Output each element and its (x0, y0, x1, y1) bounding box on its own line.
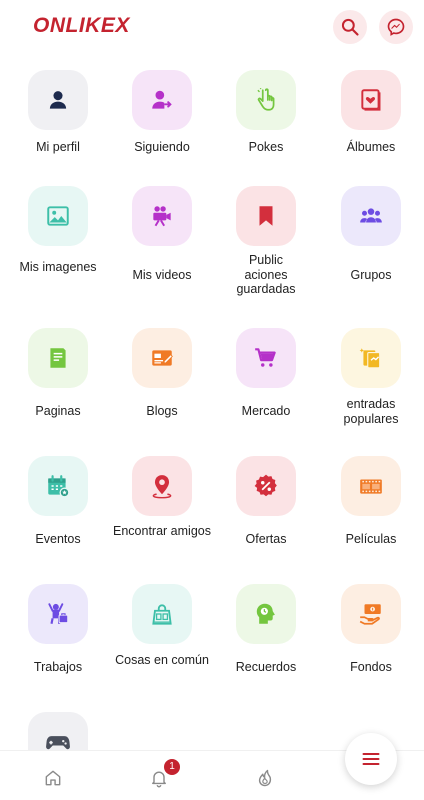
menu-item-icon-box (341, 456, 401, 516)
bookmark-icon (259, 206, 273, 226)
memories-head-icon (256, 603, 275, 624)
image-icon (47, 206, 69, 226)
menu-item-label: Mis videos (132, 268, 192, 282)
group-icon (360, 208, 382, 223)
menu-item-icon-box (236, 584, 296, 644)
menu-item-label: Trabajos (33, 660, 83, 674)
menu-item-recuerdos[interactable]: Recuerdos (214, 584, 318, 674)
menu-item-icon-box (341, 70, 401, 130)
menu-item-icon-box (28, 328, 88, 388)
menu-item-entradas-populares[interactable]: entradas populares (319, 328, 423, 426)
search-button[interactable] (333, 10, 367, 44)
blog-icon (152, 350, 173, 366)
menu-item-eventos[interactable]: Eventos (6, 456, 110, 546)
jobs-icon (48, 603, 69, 624)
menu-item-label: Grupos (350, 268, 392, 282)
messenger-button[interactable] (379, 10, 413, 44)
menu-item-label: Blogs (146, 404, 178, 418)
menu-item-label: Paginas (35, 404, 81, 418)
menu-item-icon-box (132, 70, 192, 130)
home-icon (45, 770, 61, 786)
common-things-icon (152, 604, 172, 625)
menu-item-grupos[interactable]: Grupos (319, 186, 423, 282)
menu-item-label: Mis imagenes (19, 260, 97, 274)
menu-item-icon-box (132, 186, 192, 246)
messenger-icon (387, 18, 405, 36)
menu-item-icon-box (132, 584, 192, 644)
nav-home[interactable] (41, 766, 65, 790)
menu-item-label: Siguiendo (134, 140, 190, 154)
menu-item-icon-box (341, 186, 401, 246)
menu-item-mis-imagenes[interactable]: Mis imagenes (6, 186, 110, 274)
menu-item-label: Fondos (350, 660, 392, 674)
menu-item-mercado[interactable]: Mercado (214, 328, 318, 418)
menu-item-peliculas[interactable]: Películas (319, 456, 423, 546)
menu-item-siguiendo[interactable]: Siguiendo (110, 70, 214, 154)
menu-item-label: Películas (345, 532, 397, 546)
menu-item-icon-box (236, 328, 296, 388)
app-header: ONLIKEX (0, 0, 424, 56)
menu-item-icon-box (132, 456, 192, 516)
menu-item-label: Eventos (35, 532, 81, 546)
menu-item-icon-box (132, 328, 192, 388)
menu-item-label: Pokes (248, 140, 284, 154)
film-icon (360, 479, 382, 494)
menu-item-label: Encontrar amigos (113, 524, 211, 538)
search-icon (341, 18, 359, 36)
menu-item-label: Mi perfil (36, 140, 80, 154)
menu-item-label: Mercado (241, 404, 291, 418)
menu-item-icon-box (28, 70, 88, 130)
menu-item-albumes[interactable]: Álbumes (319, 70, 423, 154)
menu-item-icon-box (28, 456, 88, 516)
user-follow-icon (152, 90, 172, 109)
album-icon (361, 89, 381, 111)
calendar-icon (48, 475, 70, 498)
discount-icon (254, 474, 277, 497)
menu-item-cosas-en-comun[interactable]: Cosas en común (110, 584, 214, 667)
menu-item-mi-perfil[interactable]: Mi perfil (6, 70, 110, 154)
menu-item-ofertas[interactable]: Ofertas (214, 456, 318, 546)
funding-icon (359, 604, 381, 625)
menu-icon (362, 753, 380, 765)
menu-item-blogs[interactable]: Blogs (110, 328, 214, 418)
user-icon (49, 91, 67, 109)
fire-icon (258, 769, 272, 787)
menu-item-icon-box (236, 186, 296, 246)
menu-item-label: Cosas en común (115, 653, 209, 667)
poke-hand-icon (257, 88, 275, 111)
menu-item-fondos[interactable]: Fondos (319, 584, 423, 674)
page-icon (50, 348, 66, 368)
menu-item-label: Public aciones guardadas (236, 253, 296, 296)
menu-item-trabajos[interactable]: Trabajos (6, 584, 110, 674)
location-pin-icon (152, 475, 172, 499)
menu-item-label: Ofertas (245, 532, 287, 546)
video-camera-icon (153, 206, 171, 227)
nav-popular[interactable] (253, 766, 277, 790)
menu-item-label: Recuerdos (235, 660, 297, 674)
menu-item-icon-box (28, 584, 88, 644)
menu-item-icon-box (28, 186, 88, 246)
menu-item-mis-videos[interactable]: Mis videos (110, 186, 214, 282)
menu-item-icon-box (236, 456, 296, 516)
menu-item-pokes[interactable]: Pokes (214, 70, 318, 154)
cart-icon (255, 348, 276, 367)
menu-item-publicaciones-guardadas[interactable]: Public aciones guardadas (214, 186, 318, 296)
app-logo[interactable]: ONLIKEX (33, 14, 130, 38)
menu-button[interactable] (345, 733, 397, 785)
menu-item-label: Álbumes (346, 140, 396, 154)
menu-item-icon-box (341, 328, 401, 388)
popular-posts-icon (359, 348, 381, 369)
menu-item-encontrar-amigos[interactable]: Encontrar amigos (110, 456, 214, 538)
menu-item-icon-box (341, 584, 401, 644)
menu-item-label: entradas populares (343, 397, 399, 426)
menu-item-paginas[interactable]: Paginas (6, 328, 110, 418)
menu-item-icon-box (236, 70, 296, 130)
notification-badge: 1 (164, 759, 180, 775)
